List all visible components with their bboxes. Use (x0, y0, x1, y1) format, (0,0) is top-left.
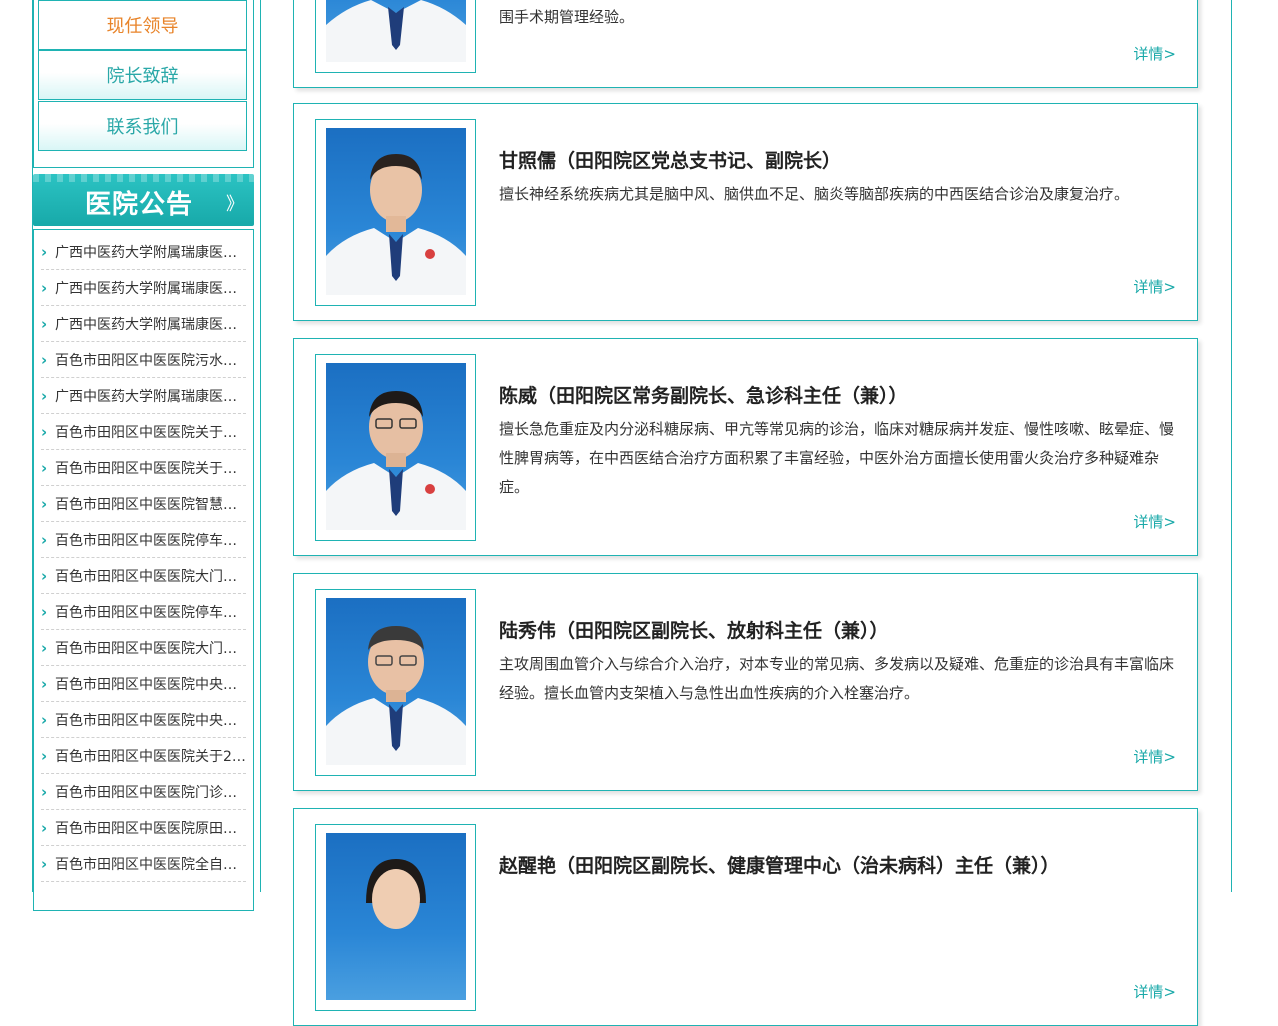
more-arrow-icon[interactable]: 》 (226, 190, 244, 216)
leader-description: 围手术期管理经验。 (499, 8, 635, 26)
notice-item[interactable]: › 百色市田阳区中医医院门诊… (41, 775, 246, 810)
notice-item[interactable]: › 百色市田阳区中医医院停车… (41, 523, 246, 558)
leader-name: 甘照儒（田阳院区党总支书记、副院长） (499, 150, 842, 172)
nav-item-label: 现任领导 (106, 16, 179, 37)
chevron-right-icon: › (41, 711, 48, 729)
header-pattern (33, 174, 254, 182)
chevron-right-icon: › (41, 495, 48, 513)
leader-card: 陆秀伟（田阳院区副院长、放射科主任（兼）） 主攻周围血管介入与综合介入治疗，对本… (293, 573, 1198, 791)
chevron-right-icon: › (41, 387, 48, 405)
leader-photo (326, 0, 466, 62)
leader-photo (326, 833, 466, 1000)
detail-link[interactable]: 详情> (1133, 511, 1176, 532)
portrait-icon (366, 859, 426, 929)
portrait-icon (326, 626, 466, 765)
notice-box: › 广西中医药大学附属瑞康医… › 广西中医药大学附属瑞康医… › 广西中医药大学附属… (33, 229, 254, 911)
chevron-right-icon: › (41, 639, 48, 657)
notice-item[interactable]: › 广西中医药大学附属瑞康医… (41, 235, 246, 270)
portrait-icon (326, 0, 466, 62)
notice-item[interactable]: › 百色市田阳区中医医院关于2… (41, 739, 246, 774)
chevron-right-icon: › (41, 747, 48, 765)
notice-item[interactable]: › 百色市田阳区中医医院中央… (41, 703, 246, 738)
detail-link[interactable]: 详情> (1133, 276, 1176, 297)
chevron-right-icon: › (41, 351, 48, 369)
notice-item[interactable]: › 百色市田阳区中医医院关于… (41, 415, 246, 450)
detail-link[interactable]: 详情> (1133, 746, 1176, 767)
leader-photo (326, 598, 466, 765)
chevron-right-icon: › (41, 243, 48, 261)
notice-list: › 广西中医药大学附属瑞康医… › 广西中医药大学附属瑞康医… › 广西中医药大学附属… (41, 235, 246, 883)
leader-card: 陈威（田阳院区常务副院长、急诊科主任（兼）） 擅长急危重症及内分泌科糖尿病、甲亢… (293, 338, 1198, 556)
leader-name: 赵醒艳（田阳院区副院长、健康管理中心（治未病科）主任（兼）） (499, 855, 1060, 877)
notice-item[interactable]: › 广西中医药大学附属瑞康医… (41, 379, 246, 414)
nav-item-president-speech[interactable]: 院长致辞 (38, 50, 247, 100)
nav-item-contact-us[interactable]: 联系我们 (38, 101, 247, 151)
chevron-right-icon: › (41, 459, 48, 477)
chevron-right-icon: › (41, 783, 48, 801)
portrait-icon (326, 391, 466, 530)
notice-title: 医院公告 (85, 190, 194, 220)
detail-link[interactable]: 详情> (1133, 43, 1176, 64)
about-nav: 现任领导 院长致辞 联系我们 (33, 0, 254, 168)
chevron-right-icon: › (41, 279, 48, 297)
leader-photo (326, 128, 466, 295)
nav-item-current-leaders[interactable]: 现任领导 (38, 0, 247, 50)
leader-photo-frame[interactable] (315, 119, 476, 306)
leader-photo-frame[interactable] (315, 824, 476, 1011)
notice-item[interactable]: › 百色市田阳区中医医院智慧… (41, 487, 246, 522)
leader-description: 主攻周围血管介入与综合介入治疗，对本专业的常见病、多发病以及疑难、危重症的诊治具… (499, 655, 1175, 702)
chevron-right-icon: › (41, 315, 48, 333)
leader-photo-frame[interactable] (315, 354, 476, 541)
leader-name: 陆秀伟（田阳院区副院长、放射科主任（兼）） (499, 620, 889, 642)
notice-item[interactable]: › 百色市田阳区中医医院全自… (41, 847, 246, 882)
chevron-right-icon: › (41, 567, 48, 585)
detail-link[interactable]: 详情> (1133, 981, 1176, 1002)
notice-item[interactable]: › 百色市田阳区中医医院中央… (41, 667, 246, 702)
leader-photo-frame[interactable] (315, 0, 476, 73)
notice-item[interactable]: › 百色市田阳区中医医院大门… (41, 631, 246, 666)
chevron-right-icon: › (41, 423, 48, 441)
notice-item[interactable]: › 广西中医药大学附属瑞康医… (41, 271, 246, 306)
notice-item[interactable]: › 百色市田阳区中医医院停车… (41, 595, 246, 630)
nav-item-label: 院长致辞 (106, 66, 179, 87)
frame-line-right (1231, 0, 1232, 892)
notice-header: 医院公告 》 (33, 174, 254, 226)
leader-card: 甘照儒（田阳院区党总支书记、副院长） 擅长神经系统疾病尤其是脑中风、脑供血不足、… (293, 103, 1198, 321)
chevron-right-icon: › (41, 819, 48, 837)
notice-item[interactable]: › 百色市田阳区中医医院大门… (41, 559, 246, 594)
chevron-right-icon: › (41, 855, 48, 873)
leader-card: 赵醒艳（田阳院区副院长、健康管理中心（治未病科）主任（兼）） 详情> (293, 808, 1198, 1026)
leader-description: 擅长神经系统疾病尤其是脑中风、脑供血不足、脑炎等脑部疾病的中西医结合诊治及康复治… (499, 185, 1130, 203)
notice-item[interactable]: › 百色市田阳区中医医院关于… (41, 451, 246, 486)
nav-item-label: 联系我们 (106, 117, 179, 138)
frame-line-middle (260, 0, 261, 892)
sidebar: 现任领导 院长致辞 联系我们 医院公告 》 › 广西中医药大学附属瑞康医… › 广西… (33, 0, 254, 911)
chevron-right-icon: › (41, 675, 48, 693)
leader-photo (326, 363, 466, 530)
chevron-right-icon: › (41, 603, 48, 621)
notice-item[interactable]: › 百色市田阳区中医医院原田… (41, 811, 246, 846)
notice-item[interactable]: › 百色市田阳区中医医院污水… (41, 343, 246, 378)
portrait-icon (326, 154, 466, 295)
leader-photo-frame[interactable] (315, 589, 476, 776)
chevron-right-icon: › (41, 531, 48, 549)
leader-description: 擅长急危重症及内分泌科糖尿病、甲亢等常见病的诊治，临床对糖尿病并发症、慢性咳嗽、… (499, 420, 1175, 496)
notice-item[interactable]: › 广西中医药大学附属瑞康医… (41, 307, 246, 342)
leader-name: 陈威（田阳院区常务副院长、急诊科主任（兼）） (499, 385, 908, 407)
leader-card: 围手术期管理经验。 详情> (293, 0, 1198, 88)
